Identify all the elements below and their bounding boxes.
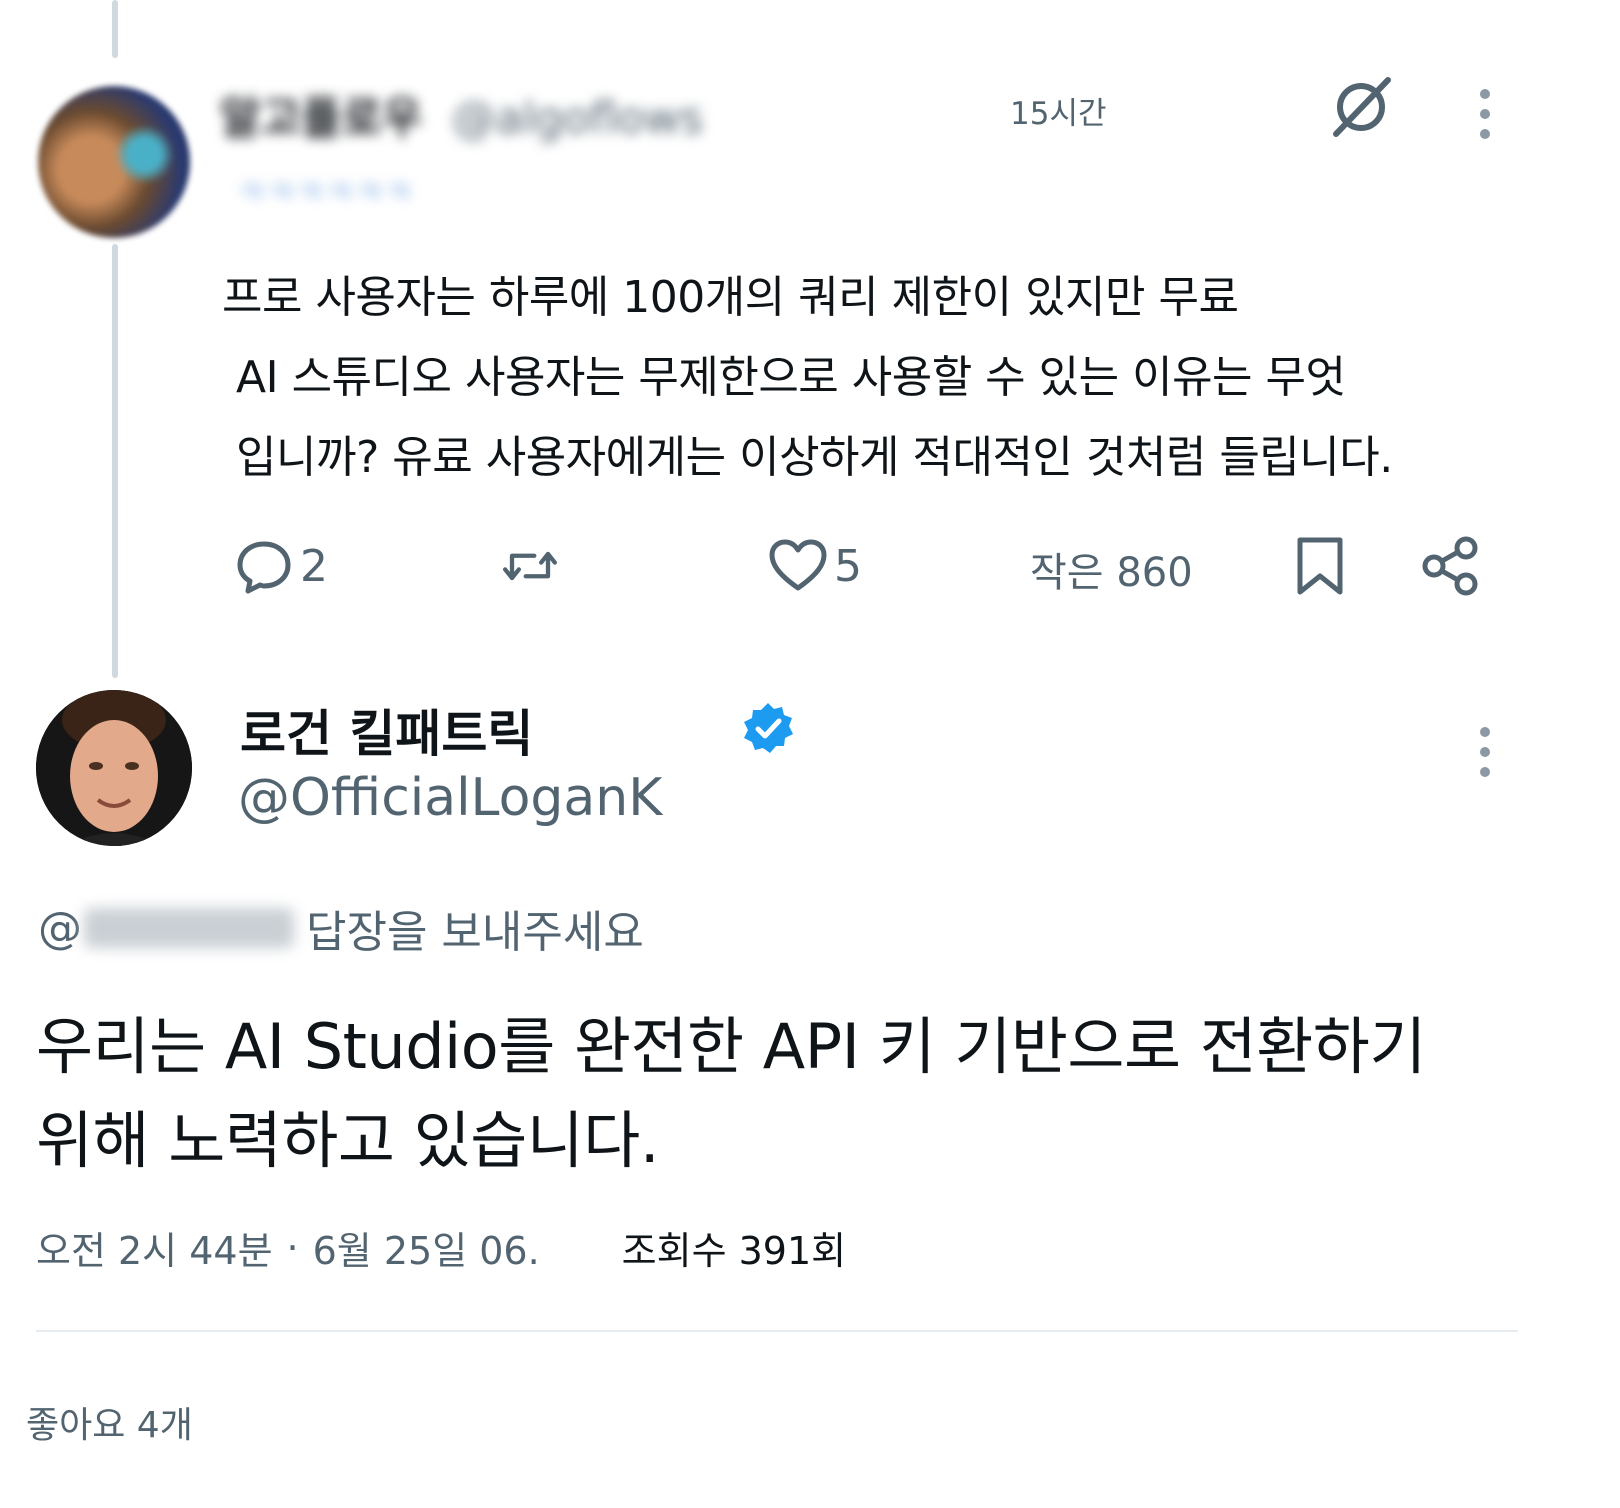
parent-author-name-blurred[interactable]: 알고플로우 @algoflows (220, 82, 703, 146)
grok-icon[interactable] (1326, 72, 1396, 142)
view-count[interactable]: 조회수 391회 (622, 1220, 846, 1275)
verified-badge-icon (744, 703, 793, 753)
avatar[interactable] (38, 86, 190, 238)
parent-subline-blurred: ㅋㅋㅋㅋㅋㅋ (236, 174, 413, 212)
tweet-metadata: 오전 2시 44분 · 6월 25일 06. 조회수 391회 (36, 1220, 846, 1275)
divider (36, 1330, 1518, 1332)
reply-text-line: 위해 노력하고 있습니다. (36, 1104, 660, 1177)
heart-icon (769, 539, 827, 591)
post-date[interactable]: 6월 25일 06. (313, 1220, 540, 1275)
parent-text-line: 프로 사용자는 하루에 100개의 쿼리 제한이 있지만 무료 (222, 272, 1239, 323)
retweet-icon (503, 551, 557, 581)
more-options-icon[interactable] (1470, 84, 1500, 144)
parent-timestamp[interactable]: 15시간 (1010, 88, 1107, 133)
share-icon[interactable] (1420, 534, 1482, 598)
avatar[interactable] (36, 690, 192, 846)
parent-tweet-text: 프로 사용자는 하루에 100개의 쿼리 제한이 있지만 무료 AI 스튜디오 … (222, 258, 1512, 498)
parent-text-line: AI 스튜디오 사용자는 무제한으로 사용할 수 있는 이유는 무엇 (236, 352, 1346, 403)
like-button[interactable]: 5 (768, 536, 862, 596)
reply-display-name[interactable]: 로건 킬패트릭 (240, 694, 533, 766)
retweet-button[interactable] (500, 536, 560, 596)
reply-tweet-text: 우리는 AI Studio를 완전한 API 키 기반으로 전환하기 위해 노력… (36, 1000, 1536, 1188)
replying-to-at: @ (38, 902, 82, 954)
bookmark-icon[interactable] (1290, 534, 1350, 598)
reply-handle[interactable]: @OfficialLoganK (238, 768, 662, 828)
separator-dot: · (286, 1225, 299, 1270)
reply-count: 2 (300, 540, 328, 592)
redacted-handle (84, 908, 294, 948)
more-options-icon[interactable] (1470, 722, 1500, 782)
replying-to-label: 답장을 보내주세요 (306, 907, 644, 958)
parent-handle: @algoflows (451, 93, 704, 144)
reply-text-line: 우리는 AI Studio를 완전한 API 키 기반으로 전환하기 (36, 1010, 1426, 1083)
replying-to: @ 답장을 보내주세요 (38, 896, 644, 960)
post-time[interactable]: 오전 2시 44분 (36, 1220, 273, 1275)
parent-text-line: 입니까? 유료 사용자에게는 이상하게 적대적인 것처럼 들립니다. (236, 432, 1393, 483)
reply-icon (237, 541, 291, 594)
likes-summary[interactable]: 좋아요 4개 (26, 1396, 193, 1448)
views-count[interactable]: 작은 860 (1030, 540, 1193, 598)
reply-button[interactable]: 2 (234, 536, 328, 596)
parent-display-name: 알고플로우 (220, 93, 423, 144)
thread-line-middle (112, 244, 118, 678)
thread-line-top (112, 0, 118, 58)
avatar-portrait (36, 690, 192, 846)
like-count: 5 (834, 540, 862, 592)
